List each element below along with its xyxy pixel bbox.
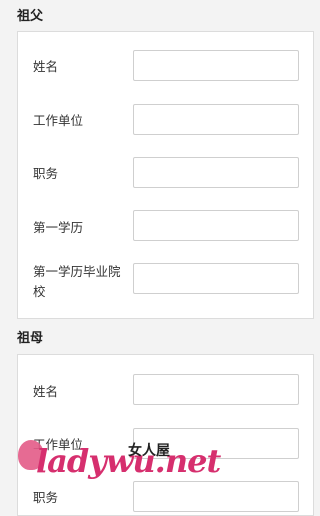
grandfather-school-input[interactable]: [133, 263, 299, 294]
form-row: 姓名: [18, 50, 313, 84]
grandmother-name-input[interactable]: [133, 374, 299, 405]
field-label-education: 第一学历: [33, 220, 84, 235]
grandfather-education-input[interactable]: [133, 210, 299, 241]
form-row: 职务: [18, 156, 313, 190]
section-title-grandmother: 祖母: [17, 331, 44, 346]
field-label-name: 姓名: [33, 384, 59, 399]
form-row: 工作单位: [18, 103, 313, 137]
field-label-position: 职务: [33, 166, 59, 181]
field-label-graduation-school: 第一学历毕业院校: [33, 264, 121, 299]
form-row: 第一学历毕业院校: [18, 262, 313, 304]
form-row: 第一学历: [18, 209, 313, 243]
form-row: 姓名: [18, 374, 313, 408]
field-label-workplace: 工作单位: [33, 113, 84, 128]
grandfather-name-input[interactable]: [133, 50, 299, 81]
grandfather-workplace-input[interactable]: [133, 104, 299, 135]
grandfather-position-input[interactable]: [133, 157, 299, 188]
field-label-name: 姓名: [33, 59, 59, 74]
grandfather-form-card: 姓名 工作单位 职务 第一学历 第一学历毕业院校: [17, 31, 314, 319]
watermark-cn-text: 女人屋: [128, 443, 170, 459]
section-title-grandfather: 祖父: [17, 9, 44, 24]
watermark-logo: ladywu.net 女人屋: [10, 432, 221, 496]
